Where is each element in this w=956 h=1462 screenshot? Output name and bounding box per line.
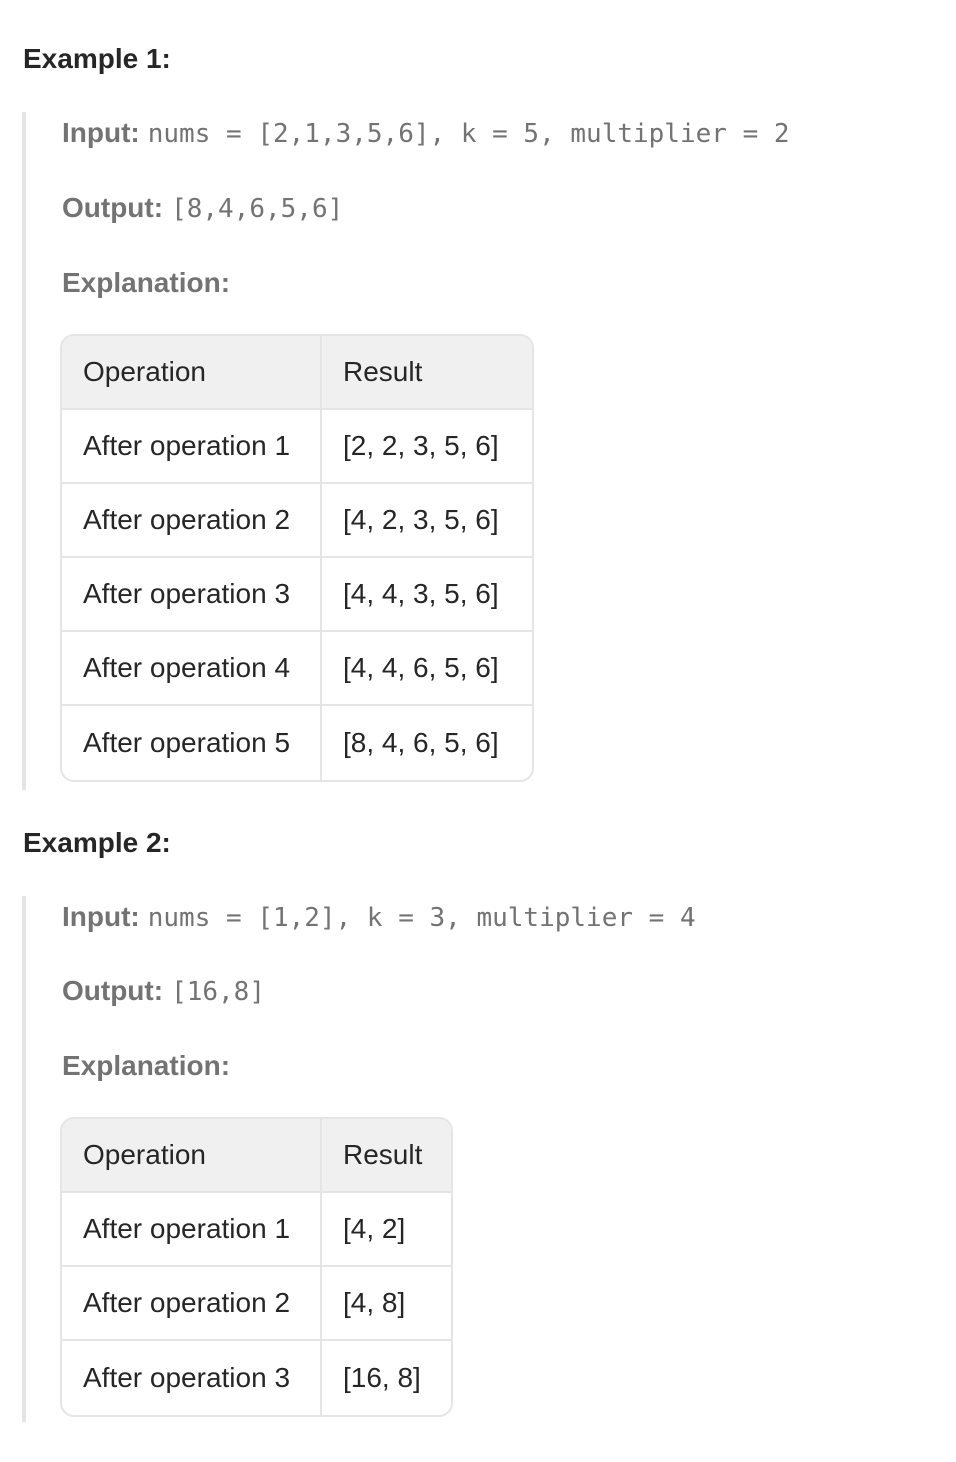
result-cell: [4, 2, 3, 5, 6]	[322, 484, 532, 558]
input-label: Input:	[62, 117, 140, 148]
table-row: After operation 1 [4, 2]	[62, 1193, 451, 1267]
output-label: Output:	[62, 192, 164, 223]
output-value: [8,4,6,5,6]	[171, 194, 344, 224]
operation-cell: After operation 3	[62, 558, 322, 632]
result-cell: [4, 4, 6, 5, 6]	[322, 632, 532, 706]
input-value: nums = [2,1,3,5,6], k = 5, multiplier = …	[147, 119, 790, 149]
input-label: Input:	[62, 901, 140, 932]
result-cell: [4, 8]	[322, 1267, 451, 1341]
operation-cell: After operation 5	[62, 706, 322, 780]
result-cell: [2, 2, 3, 5, 6]	[322, 410, 532, 484]
operation-column-header: Operation	[62, 336, 322, 410]
example-2-operations-table: Operation Result After operation 1 [4, 2…	[60, 1117, 453, 1417]
explanation-label: Explanation:	[62, 1050, 231, 1081]
output-value: [16,8]	[171, 977, 265, 1007]
table-header-row: Operation Result	[62, 1119, 451, 1193]
table-row: After operation 1 [2, 2, 3, 5, 6]	[62, 410, 532, 484]
example-1-explanation-line: Explanation:	[62, 266, 230, 305]
example-2-input-line: Input: nums = [1,2], k = 3, multiplier = …	[62, 900, 696, 939]
output-label: Output:	[62, 975, 164, 1006]
example-2-block: Input: nums = [1,2], k = 3, multiplier = …	[22, 896, 922, 1422]
operation-cell: After operation 4	[62, 632, 322, 706]
operation-cell: After operation 1	[62, 1193, 322, 1267]
table-row: After operation 2 [4, 2, 3, 5, 6]	[62, 484, 532, 558]
example-1-block: Input: nums = [2,1,3,5,6], k = 5, multipl…	[22, 112, 922, 790]
result-cell: [8, 4, 6, 5, 6]	[343, 727, 499, 758]
example-2-heading: Example 2:	[23, 827, 171, 858]
operation-cell: After operation 1	[62, 410, 322, 484]
result-cell: [16, 8]	[343, 1362, 421, 1393]
example-1-output-line: Output: [8,4,6,5,6]	[62, 191, 343, 230]
table-row: After operation 2 [4, 8]	[62, 1267, 451, 1341]
table-header-row: Operation Result	[62, 336, 532, 410]
explanation-label: Explanation:	[62, 267, 231, 298]
example-1-heading: Example 1:	[23, 43, 171, 74]
operation-column-header: Operation	[62, 1119, 322, 1193]
table-row: After operation 5 [8, 4, 6, 5, 6]	[62, 706, 532, 780]
table-row: After operation 3 [16, 8]	[62, 1341, 451, 1415]
table-row: After operation 3 [4, 4, 3, 5, 6]	[62, 558, 532, 632]
operation-cell: After operation 2	[62, 1267, 322, 1341]
example-2-output-line: Output: [16,8]	[62, 974, 265, 1013]
result-column-header: Result	[322, 336, 532, 410]
example-1-operations-table: Operation Result After operation 1 [2, 2…	[60, 334, 534, 782]
example-1-input-line: Input: nums = [2,1,3,5,6], k = 5, multipl…	[62, 116, 790, 155]
table-row: After operation 4 [4, 4, 6, 5, 6]	[62, 632, 532, 706]
operation-cell: After operation 3	[62, 1341, 322, 1415]
input-value: nums = [1,2], k = 3, multiplier = 4	[147, 903, 696, 933]
example-2-explanation-line: Explanation:	[62, 1049, 230, 1088]
operation-cell: After operation 2	[62, 484, 322, 558]
result-cell: [4, 2]	[322, 1193, 451, 1267]
result-column-header: Result	[322, 1119, 451, 1193]
result-cell: [4, 4, 3, 5, 6]	[322, 558, 532, 632]
